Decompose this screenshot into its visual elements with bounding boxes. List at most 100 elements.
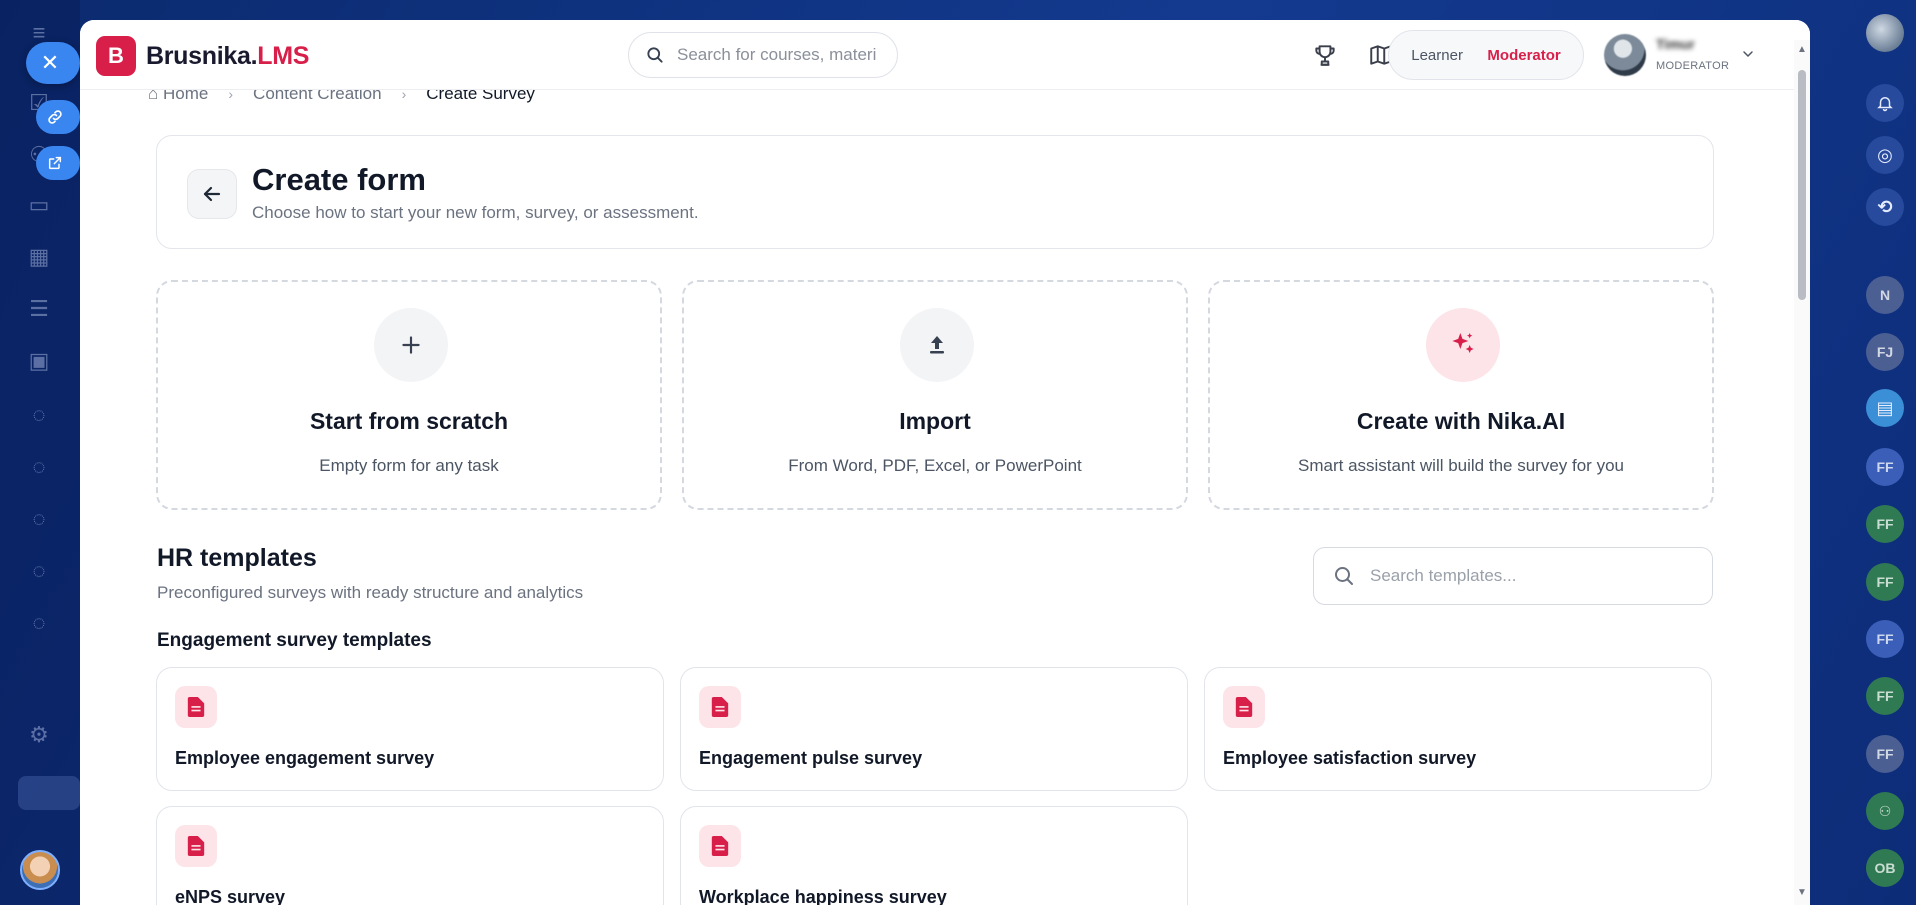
circle-icon: ◌ [32,506,46,531]
template-card[interactable]: Employee engagement survey [156,667,664,791]
option-title: Create with Nika.AI [1356,408,1566,434]
user-menu-button[interactable] [1740,46,1756,67]
template-title: Workplace happiness survey [699,887,947,905]
template-card[interactable]: Employee satisfaction survey [1204,667,1712,791]
open-external-fab-button[interactable] [36,146,80,180]
close-fab-button[interactable]: ✕ [26,42,80,84]
section-subtitle: Preconfigured surveys with ready structu… [157,583,584,602]
option-subtitle: From Word, PDF, Excel, or PowerPoint [788,456,1082,475]
option-start-from-scratch[interactable]: Start from scratch Empty form for any ta… [156,280,662,510]
option-title: Import [899,408,971,434]
role-switch: Learner Moderator [1388,30,1584,80]
contact-badge[interactable]: N [1866,276,1904,314]
scroll-down-icon[interactable]: ▼ [1797,887,1807,898]
brand-name: Brusnika.LMS [146,42,309,71]
achievements-button[interactable] [1310,40,1340,70]
search-icon [647,47,663,63]
top-bar: B Brusnika.LMS Learner Moderator Timur M… [80,20,1810,90]
logo-letter: B [108,43,124,68]
circle-icon: ◌ [32,610,46,635]
target-icon: ◎ [1877,144,1893,165]
group-icon: ⚇ [1878,802,1892,819]
template-search-input[interactable] [1370,566,1690,586]
scrollbar-thumb[interactable] [1798,70,1806,300]
user-name[interactable]: Timur [1656,36,1695,52]
brand-name-suffix: LMS [257,42,310,70]
back-button[interactable] [187,169,237,219]
assistant-avatar[interactable] [20,850,60,890]
template-card[interactable]: eNPS survey [156,806,664,905]
document-icon [1223,686,1265,728]
trophy-icon [1315,45,1335,66]
avatar[interactable] [1604,34,1646,76]
card-icon: ▭ [28,192,50,217]
user-avatar-small[interactable] [1866,14,1904,52]
chevron-down-icon [1743,51,1753,58]
scrollbar[interactable]: ▲ ▼ [1794,40,1810,905]
message-icon: ▤ [1876,397,1894,418]
contact-badge[interactable]: FF [1866,563,1904,601]
badge-initials: FF [1876,459,1894,475]
circle-icon: ◌ [32,454,46,479]
badge-initials: FF [1876,688,1894,704]
brand-name-main: Brusnika. [146,42,258,70]
section-title: HR templates [157,544,317,572]
upload-icon [900,308,974,382]
template-title: eNPS survey [175,887,286,905]
id-card-icon: ▣ [28,348,50,373]
chat-swap-button[interactable]: ⟲ [1866,188,1904,226]
create-form-header: Create form Choose how to start your new… [156,135,1714,249]
search-icon [1335,567,1353,585]
contact-badge[interactable]: OB [1866,849,1904,887]
badge-initials: OB [1874,860,1896,876]
arrow-left-icon [203,186,221,202]
badge-initials: N [1879,287,1891,303]
template-title: Employee engagement survey [175,748,435,768]
template-title: Engagement pulse survey [699,748,923,768]
badge-initials: FJ [1876,344,1894,360]
plus-icon [374,308,448,382]
template-search[interactable] [1313,547,1713,605]
template-card[interactable]: Workplace happiness survey [680,806,1188,905]
filter-icon: ☰ [29,296,49,321]
right-rail: ◎ ⟲ N FJ ▤ FF FF FF FF FF FF ⚇ OB [1852,0,1916,905]
background-pill [18,776,80,810]
chat-icon: ⟲ [1877,196,1893,217]
contact-badge[interactable]: FF [1866,677,1904,715]
scroll-up-icon[interactable]: ▲ [1797,44,1807,55]
option-create-with-ai[interactable]: Create with Nika.AI Smart assistant will… [1208,280,1714,510]
option-subtitle: Smart assistant will build the survey fo… [1298,456,1624,475]
circle-icon: ◌ [32,558,46,583]
target-button[interactable]: ◎ [1866,136,1904,174]
notifications-button[interactable] [1866,84,1904,122]
badge-initials: FF [1876,631,1894,647]
global-search[interactable] [628,32,898,78]
calendar-icon: ▦ [28,244,50,269]
document-icon [699,686,741,728]
template-card[interactable]: Engagement pulse survey [680,667,1188,791]
main-panel: ⌂ Home › Content Creation › Create Surve… [80,20,1810,905]
group-button[interactable]: ⚇ [1866,792,1904,830]
contact-badge[interactable]: FF [1866,620,1904,658]
page-subtitle: Choose how to start your new form, surve… [252,203,699,222]
circle-icon: ◌ [32,402,46,427]
external-link-icon [48,156,62,170]
bell-icon [1877,97,1893,112]
template-title: Employee satisfaction survey [1223,748,1477,768]
link-icon [48,110,62,124]
role-learner-tab[interactable]: Learner [1411,47,1463,64]
global-search-input[interactable] [677,45,877,65]
contact-badge[interactable]: FF [1866,505,1904,543]
badge-initials: FF [1876,746,1894,762]
role-moderator-tab[interactable]: Moderator [1487,47,1560,64]
option-import[interactable]: Import From Word, PDF, Excel, or PowerPo… [682,280,1188,510]
contact-badge[interactable]: FJ [1866,333,1904,371]
link-fab-button[interactable] [36,100,80,134]
contact-badge[interactable]: FF [1866,448,1904,486]
close-icon: ✕ [40,50,60,75]
messages-button[interactable]: ▤ [1866,389,1904,427]
sparkles-icon [1426,308,1500,382]
user-role: MODERATOR [1656,60,1730,72]
contact-badge[interactable]: FF [1866,735,1904,773]
brand-logo[interactable]: B [96,36,136,76]
